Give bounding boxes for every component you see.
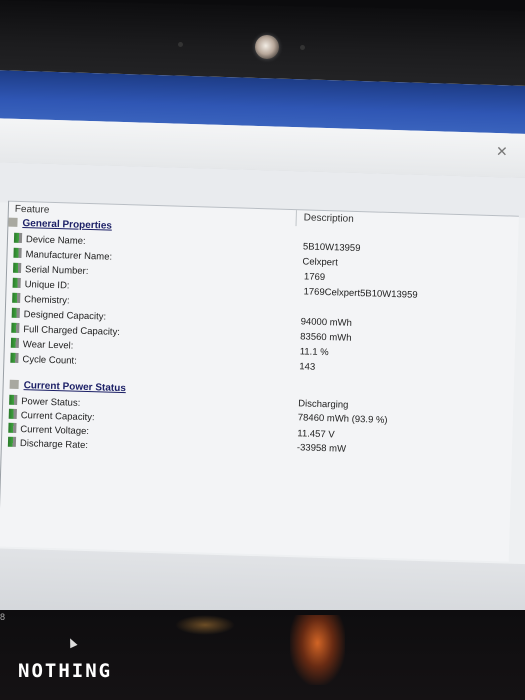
row-value: 78460 mWh (93.9 %) [297, 412, 388, 426]
sensor-dot [300, 45, 305, 50]
column-divider[interactable] [295, 210, 297, 227]
row-value: 11.457 V [297, 428, 335, 441]
battery-info-panel: Feature Description General Properties D… [0, 200, 519, 562]
battery-icon [12, 292, 21, 303]
webcam-icon [255, 35, 279, 59]
desk-background [0, 610, 525, 700]
sensor-dot [178, 42, 183, 47]
list-item[interactable]: Unique ID: [12, 277, 70, 295]
laptop-screen: ✕ Feature Description General Properties… [0, 70, 525, 632]
battery-icon [11, 322, 20, 333]
row-value: Celxpert [302, 256, 338, 269]
background-light [290, 615, 345, 685]
battery-icon [13, 232, 23, 244]
battery-icon [8, 408, 17, 419]
row-value: 83560 mWh [300, 331, 352, 344]
row-value: 11.1 % [299, 346, 329, 359]
folder-icon [8, 217, 18, 227]
battery-icon [13, 247, 22, 259]
row-value: 5B10W13959 [302, 241, 361, 255]
camera-watermark: NOTHING [18, 660, 113, 682]
battery-icon [8, 422, 17, 433]
section-current-power-status[interactable]: Current Power Status [9, 379, 126, 394]
column-header-feature[interactable]: Feature [15, 204, 50, 216]
list-item[interactable]: Cycle Count: [10, 352, 77, 370]
row-value: -33958 mW [296, 442, 347, 455]
row-value: 1769Celxpert5B10W13959 [303, 286, 418, 301]
folder-icon [9, 379, 19, 389]
list-item[interactable]: Discharge Rate: [7, 436, 89, 454]
battery-icon [10, 337, 20, 348]
background-light [175, 615, 235, 635]
row-value: 94000 mWh [300, 316, 353, 329]
side-number: 8 [0, 612, 6, 622]
row-value: Discharging [298, 398, 349, 411]
section-general-properties[interactable]: General Properties [8, 217, 112, 232]
battery-icon [9, 394, 18, 405]
battery-icon [12, 277, 21, 289]
row-value: 143 [299, 361, 316, 373]
list-item[interactable]: Chemistry: [12, 292, 70, 310]
battery-icon [12, 262, 22, 274]
battery-icon [7, 436, 17, 447]
row-value: 1769 [303, 271, 326, 284]
column-header-description[interactable]: Description [304, 212, 354, 224]
battery-icon [11, 307, 20, 318]
close-icon[interactable]: ✕ [496, 143, 508, 160]
battery-icon [10, 352, 19, 363]
